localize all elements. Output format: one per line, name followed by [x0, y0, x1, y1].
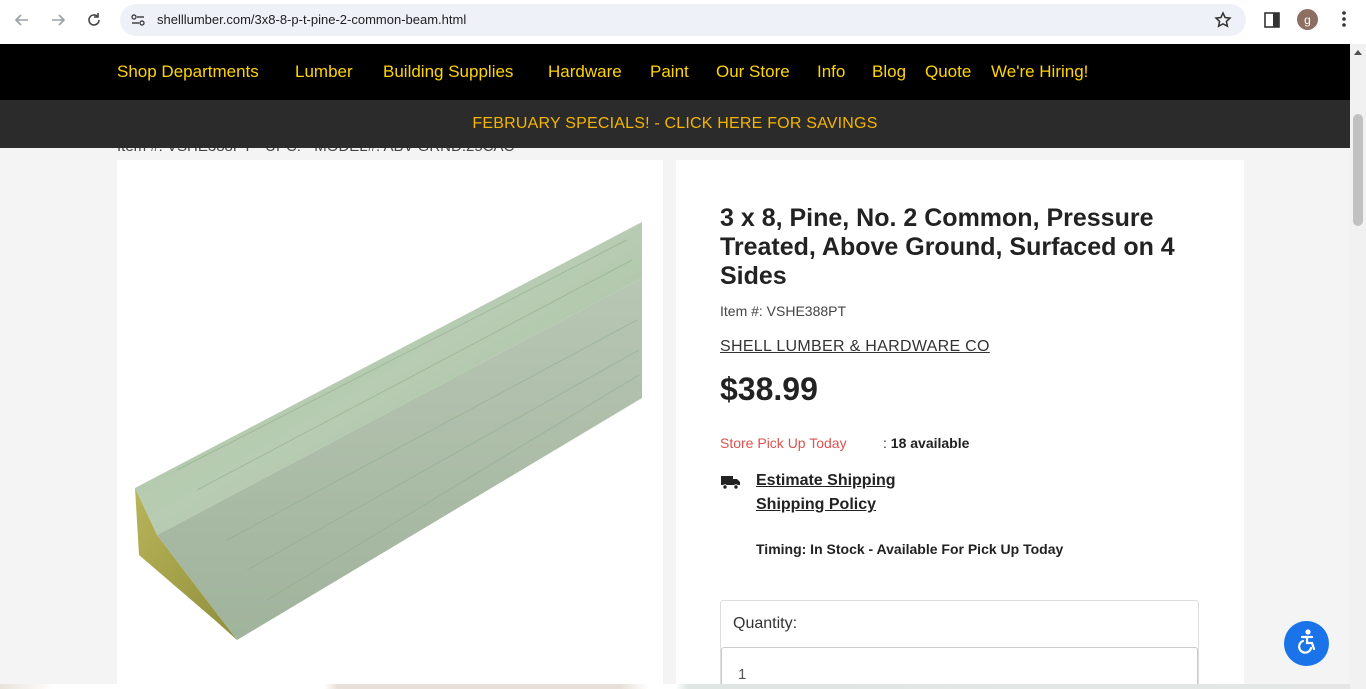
product-title: 3 x 8, Pine, No. 2 Common, Pressure Trea… — [720, 204, 1175, 290]
nav-paint[interactable]: Paint — [650, 62, 689, 82]
side-panel-icon[interactable] — [1263, 11, 1281, 34]
page-scrollbar[interactable] — [1350, 44, 1366, 689]
quantity-box: Quantity: 1 — [720, 600, 1199, 689]
product-info-panel: 3 x 8, Pine, No. 2 Common, Pressure Trea… — [676, 160, 1244, 689]
reload-icon[interactable] — [82, 8, 106, 32]
nav-were-hiring[interactable]: We're Hiring! — [991, 62, 1088, 82]
accessibility-button[interactable] — [1284, 621, 1329, 666]
product-price: $38.99 — [720, 371, 818, 407]
promo-banner[interactable]: FEBRUARY SPECIALS! - CLICK HERE FOR SAVI… — [0, 100, 1350, 148]
accessibility-icon — [1293, 627, 1321, 660]
nav-building-supplies[interactable]: Building Supplies — [383, 62, 513, 82]
availability-count: 18 available — [890, 435, 970, 451]
product-image — [135, 222, 642, 640]
promo-text[interactable]: FEBRUARY SPECIALS! - CLICK HERE FOR SAVI… — [472, 115, 877, 133]
forward-arrow-icon[interactable] — [46, 8, 70, 32]
bookmark-star-icon[interactable] — [1214, 11, 1232, 34]
nav-quote[interactable]: Quote — [925, 62, 971, 82]
nav-info[interactable]: Info — [817, 62, 845, 82]
availability: : 18 available — [883, 435, 969, 451]
quantity-input[interactable]: 1 — [721, 647, 1198, 689]
browser-toolbar: shelllumber.com/3x8-8-p-t-pine-2-common-… — [0, 0, 1366, 44]
store-pickup-label: Store Pick Up Today — [720, 435, 847, 451]
truck-icon — [720, 473, 742, 496]
address-bar[interactable]: shelllumber.com/3x8-8-p-t-pine-2-common-… — [120, 4, 1246, 36]
nav-shop-departments[interactable]: Shop Departments — [117, 62, 259, 82]
stock-timing: Timing: In Stock - Available For Pick Up… — [756, 541, 1064, 557]
more-menu-icon[interactable] — [1336, 10, 1352, 33]
bottom-content-strip — [0, 684, 1350, 689]
site-settings-icon[interactable] — [130, 12, 146, 33]
shipping-policy-link[interactable]: Shipping Policy — [756, 496, 876, 514]
nav-hardware[interactable]: Hardware — [548, 62, 622, 82]
url-text: shelllumber.com/3x8-8-p-t-pine-2-common-… — [157, 12, 467, 27]
nav-our-store[interactable]: Our Store — [716, 62, 790, 82]
back-arrow-icon[interactable] — [10, 8, 34, 32]
product-image-panel[interactable] — [117, 160, 663, 689]
profile-avatar[interactable]: g — [1297, 9, 1318, 30]
scroll-up-arrow[interactable] — [1354, 50, 1362, 55]
nav-lumber[interactable]: Lumber — [295, 62, 353, 82]
nav-blog[interactable]: Blog — [872, 62, 906, 82]
estimate-shipping-link[interactable]: Estimate Shipping — [756, 472, 896, 490]
brand-link[interactable]: SHELL LUMBER & HARDWARE CO — [720, 338, 990, 356]
item-number: Item #: VSHE388PT — [720, 303, 847, 319]
availability-separator: : — [883, 435, 887, 451]
quantity-label: Quantity: — [733, 615, 798, 632]
scrollbar-thumb[interactable] — [1353, 114, 1363, 226]
main-navigation: Shop Departments Lumber Building Supplie… — [0, 44, 1350, 100]
